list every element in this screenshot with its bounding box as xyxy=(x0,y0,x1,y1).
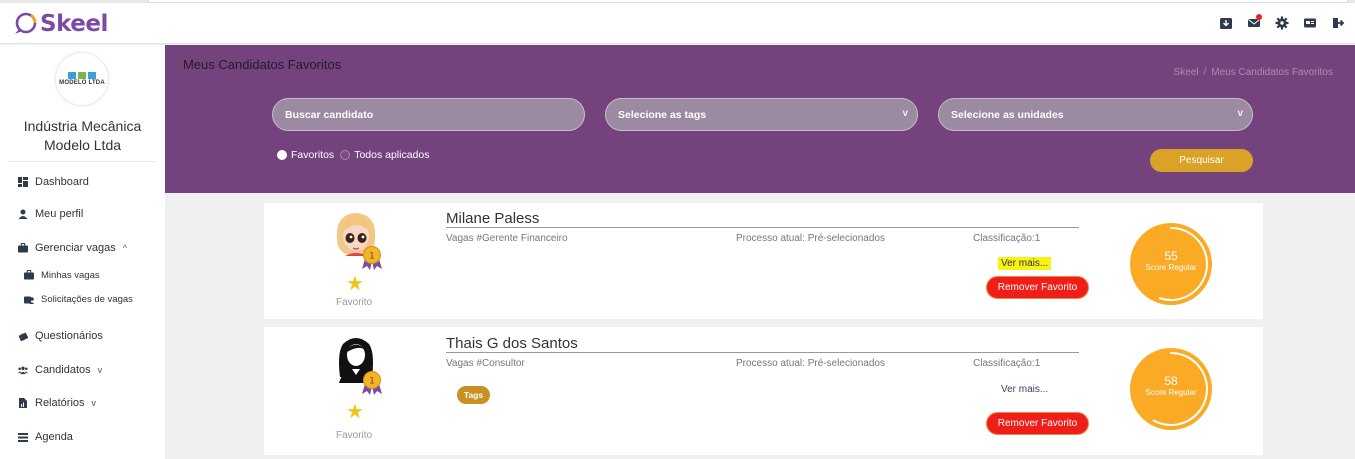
filter-banner: Meus Candidatos Favoritos Skeel / Meus Can… xyxy=(165,45,1355,193)
breadcrumb: Skeel / Meus Candidatos Favoritos xyxy=(1173,67,1333,78)
chevron-up-icon: ^ xyxy=(122,243,127,253)
radio-todos-aplicados[interactable] xyxy=(340,150,351,160)
sidebar-item-label: Gerenciar vagas xyxy=(35,242,116,254)
users-icon xyxy=(17,364,29,376)
candidate-classificacao: Classificação:1 xyxy=(973,233,1041,244)
app-header: Skeel xyxy=(0,3,1355,44)
download-icon[interactable] xyxy=(1216,13,1235,32)
medal-rank: 1 xyxy=(369,252,375,262)
score-value: 58 xyxy=(1164,374,1178,388)
briefcase-icon xyxy=(17,242,29,254)
medal-icon: 1 xyxy=(362,245,382,271)
units-select[interactable]: Selecione as unidades v xyxy=(938,98,1253,131)
candidate-name[interactable]: Thais G dos Santos xyxy=(446,335,578,352)
sidebar-divider xyxy=(8,161,155,162)
sidebar-item-label: Questionários xyxy=(35,330,103,342)
list-icon xyxy=(17,431,29,443)
remove-favorite-button[interactable]: Remover Favorito xyxy=(986,412,1089,435)
company-name: Indústria Mecânica Modelo Ltda xyxy=(23,118,142,153)
ver-mais-link[interactable]: Ver mais... xyxy=(998,257,1052,270)
breadcrumb-current: Meus Candidatos Favoritos xyxy=(1211,67,1333,78)
tags-badge[interactable]: Tags xyxy=(457,386,490,404)
sidebar-item-label: Minhas vagas xyxy=(41,269,100,281)
sidebar-item-solicitacoes-de-vagas[interactable]: Solicitações de vagas xyxy=(23,293,133,305)
chevron-down-icon: v xyxy=(902,108,908,119)
candidate-classificacao: Classificação:1 xyxy=(973,358,1041,369)
sidebar-item-gerenciar-vagas[interactable]: Gerenciar vagas ^ xyxy=(17,242,127,254)
name-divider xyxy=(446,227,1079,228)
app-logo[interactable]: Skeel xyxy=(12,9,108,39)
notification-dot xyxy=(1256,14,1262,20)
chevron-down-icon: v xyxy=(1237,108,1243,119)
briefcase-user-icon xyxy=(23,293,35,305)
puzzle-icon xyxy=(17,330,29,342)
favorite-label: Favorito xyxy=(336,430,373,441)
score-label: Score Regular xyxy=(1145,388,1197,397)
chevron-down-icon: v xyxy=(91,398,97,408)
search-input[interactable]: Buscar candidato xyxy=(272,98,585,131)
sidebar: MODELO LTDA Indústria Mecânica Modelo Lt… xyxy=(0,45,165,459)
candidate-vagas: Vagas #Consultor xyxy=(446,358,525,369)
logout-icon[interactable] xyxy=(1328,13,1347,32)
score-circle: 58 Score Regular xyxy=(1130,348,1212,430)
tags-placeholder: Selecione as tags xyxy=(618,108,707,121)
favorite-label: Favorito xyxy=(336,297,373,308)
medal-rank: 1 xyxy=(369,377,375,387)
sidebar-item-label: Meu perfil xyxy=(35,208,84,220)
sidebar-item-label: Dashboard xyxy=(35,176,89,188)
company-logo-brand: MODELO LTDA xyxy=(59,80,105,86)
ver-mais-link[interactable]: Ver mais... xyxy=(1001,384,1048,395)
card-icon[interactable] xyxy=(1300,13,1319,32)
radio-todos-aplicados-label: Todos aplicados xyxy=(354,149,430,161)
candidate-card: 1 ★ Favorito Thais G dos Santos Vagas #C… xyxy=(264,327,1263,455)
chevron-down-icon: v xyxy=(97,365,103,375)
candidate-card: 1 ★ Favorito Milane Paless Vagas #Gerent… xyxy=(264,203,1263,319)
company-logo: MODELO LTDA xyxy=(56,53,108,105)
favorite-star-icon[interactable]: ★ xyxy=(346,271,364,296)
gear-icon[interactable] xyxy=(1272,13,1291,32)
sidebar-item-minhas-vagas[interactable]: Minhas vagas xyxy=(23,269,100,281)
radio-favoritos[interactable] xyxy=(277,150,287,160)
candidate-name[interactable]: Milane Paless xyxy=(446,210,539,227)
sidebar-item-candidatos[interactable]: Candidatos v xyxy=(17,364,102,376)
search-placeholder: Buscar candidato xyxy=(285,108,374,121)
candidate-vagas: Vagas #Gerente Financeiro xyxy=(446,233,568,244)
logo-text: Skeel xyxy=(40,11,108,37)
sidebar-item-questionarios[interactable]: Questionários xyxy=(17,330,103,342)
user-icon xyxy=(17,208,29,220)
sidebar-item-label: Candidatos xyxy=(35,364,91,376)
breadcrumb-separator: / xyxy=(1203,67,1207,78)
skeel-logo-icon xyxy=(12,11,38,37)
score-value: 55 xyxy=(1164,249,1178,263)
radio-favoritos-label: Favoritos xyxy=(291,149,335,161)
mail-icon[interactable] xyxy=(1244,13,1263,32)
remove-favorite-button[interactable]: Remover Favorito xyxy=(986,276,1089,299)
report-icon xyxy=(17,397,29,409)
search-button[interactable]: Pesquisar xyxy=(1150,149,1253,172)
tags-select[interactable]: Selecione as tags v xyxy=(605,98,918,131)
sidebar-item-label: Agenda xyxy=(35,431,73,443)
sidebar-item-relatorios[interactable]: Relatórios v xyxy=(17,397,96,409)
briefcase-icon xyxy=(23,269,35,281)
score-label: Score Regular xyxy=(1145,263,1197,272)
page-title: Meus Candidatos Favoritos xyxy=(183,57,342,72)
candidate-processo: Processo atual: Pré-selecionados xyxy=(736,358,885,369)
sidebar-item-agenda[interactable]: Agenda xyxy=(17,431,73,443)
sidebar-item-meu-perfil[interactable]: Meu perfil xyxy=(17,208,83,220)
sidebar-item-label: Solicitações de vagas xyxy=(41,293,133,305)
candidate-processo: Processo atual: Pré-selecionados xyxy=(736,233,885,244)
favorite-star-icon[interactable]: ★ xyxy=(346,399,364,424)
medal-icon: 1 xyxy=(362,370,382,396)
sidebar-item-dashboard[interactable]: Dashboard xyxy=(17,176,89,188)
score-circle: 55 Score Regular xyxy=(1130,223,1212,305)
sidebar-item-label: Relatórios xyxy=(35,397,85,409)
units-placeholder: Selecione as unidades xyxy=(951,108,1064,121)
name-divider xyxy=(446,352,1079,353)
dashboard-icon xyxy=(17,176,29,188)
breadcrumb-home[interactable]: Skeel xyxy=(1173,67,1198,78)
